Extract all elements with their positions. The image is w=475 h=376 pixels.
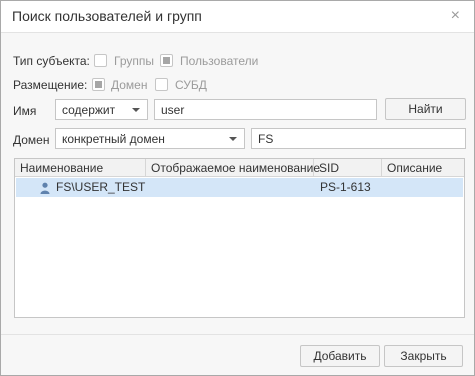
column-header-sid[interactable]: SID [314,159,382,177]
domain-mode-select[interactable]: конкретный домен [55,128,245,149]
results-table[interactable]: Наименование Отображаемое наименование S… [14,158,465,318]
domain-mode-value: конкретный домен [62,132,165,146]
name-label: Имя [13,104,37,118]
subject-type-label: Тип субъекта: [13,54,90,68]
table-row[interactable]: FS\USER_TEST PS-1-613 [16,178,463,197]
groups-label: Группы [114,54,154,68]
chevron-down-icon [132,108,140,112]
column-header-display-name[interactable]: Отображаемое наименование [146,159,320,177]
close-icon[interactable]: × [451,7,460,25]
column-header-name[interactable]: Наименование [15,159,146,177]
close-button[interactable]: Закрыть [384,345,463,367]
footer-divider [1,334,474,335]
domain-filter-label: Домен [13,133,50,147]
domain-input[interactable]: FS [251,128,466,149]
add-button[interactable]: Добавить [300,345,380,367]
name-search-input[interactable]: user [154,99,377,120]
domain-label: Домен [111,78,148,92]
name-search-value: user [161,103,185,117]
results-table-header: Наименование Отображаемое наименование S… [15,159,464,177]
name-condition-value: содержит [62,103,116,117]
dbms-checkbox[interactable] [155,78,168,91]
placement-label: Размещение: [13,78,88,92]
groups-checkbox[interactable] [94,54,107,67]
users-label: Пользователи [180,54,259,68]
name-condition-select[interactable]: содержит [55,99,148,120]
column-header-description[interactable]: Описание [382,159,464,177]
search-users-groups-dialog: Поиск пользователей и групп × Тип субъек… [0,0,475,376]
cell-sid: PS-1-613 [320,180,371,194]
domain-input-value: FS [258,132,274,146]
dialog-title: Поиск пользователей и групп [12,8,202,24]
user-icon [40,182,50,194]
cell-name: FS\USER_TEST [56,180,146,194]
users-checkbox[interactable] [160,54,173,67]
chevron-down-icon [229,137,237,141]
dialog-titlebar: Поиск пользователей и групп × [1,1,474,33]
domain-checkbox[interactable] [92,78,105,91]
dbms-label: СУБД [175,78,207,92]
find-button[interactable]: Найти [385,98,466,120]
